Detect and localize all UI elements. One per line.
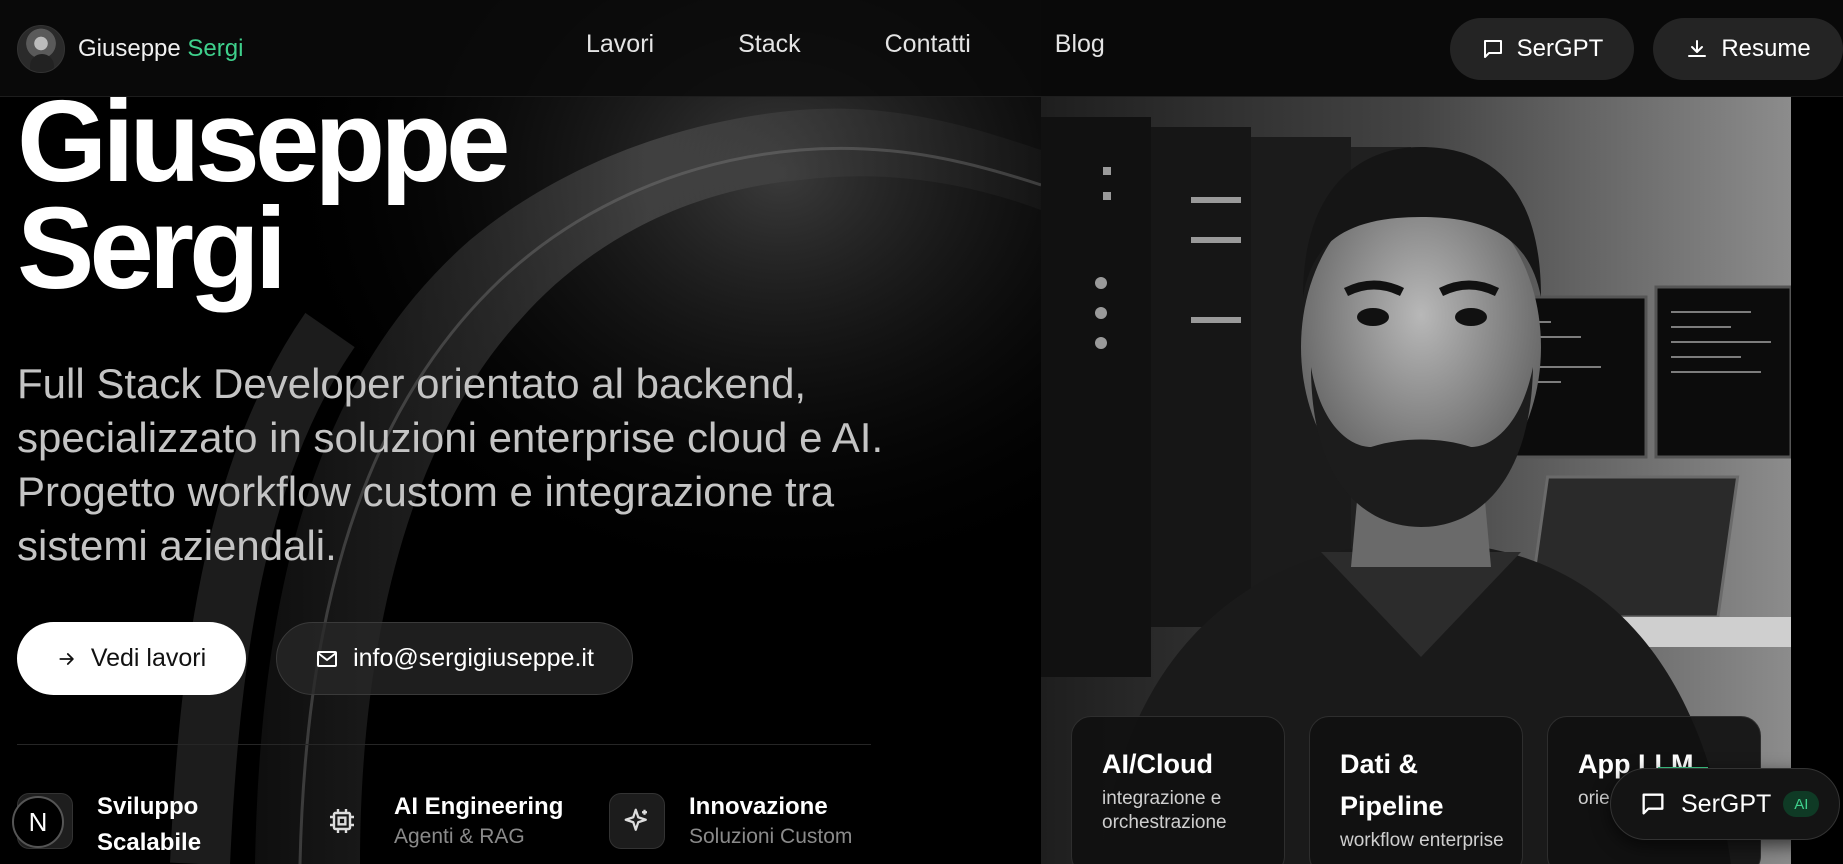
feature-innovation-subtitle: Soluzioni Custom [689, 825, 853, 848]
feature-innovation-title: Innovazione [689, 793, 828, 820]
brand-first-name: Giuseppe [78, 35, 181, 62]
resume-button[interactable]: Resume [1653, 18, 1843, 80]
resume-button-label: Resume [1721, 35, 1811, 62]
stat-title: AI/Cloud [1102, 749, 1213, 779]
right-edge [1791, 97, 1843, 864]
stat-card-ai-cloud: AI/Cloud integrazione e orchestrazione [1071, 716, 1285, 864]
sparkle-icon [609, 793, 665, 849]
nav-link-lavori[interactable]: Lavori [586, 30, 654, 59]
hero-divider [17, 744, 871, 745]
view-works-button[interactable]: Vedi lavori [17, 622, 246, 695]
feature-scalable-title-line2: Scalabile [97, 829, 202, 856]
feature-scalable-title-line1: Sviluppo [97, 793, 199, 820]
view-works-label: Vedi lavori [90, 644, 207, 672]
hero-title-line2: Sergi [17, 183, 287, 313]
hero-title: Giuseppe Sergi [17, 76, 511, 313]
chat-icon [1483, 40, 1502, 58]
main-nav: Lavori Stack Contatti Blog [586, 30, 1105, 59]
hero-description: Full Stack Developer orientato al backen… [17, 360, 884, 569]
nav-link-stack[interactable]: Stack [738, 30, 801, 59]
brand-name: Giuseppe Sergi [78, 35, 243, 63]
download-icon [1688, 40, 1707, 57]
nav-link-contatti[interactable]: Contatti [885, 30, 971, 59]
stat-card-data-pipeline: Dati & Pipeline workflow enterprise [1309, 716, 1523, 864]
nav-link-blog[interactable]: Blog [1055, 30, 1105, 59]
feature-ai-title: AI Engineering [394, 793, 564, 820]
feature-ai-subtitle: Agenti & RAG [394, 825, 525, 848]
page: Giuseppe Sergi Lavori Stack Contatti Blo… [0, 0, 1843, 864]
hero-title-line1: Giuseppe [17, 76, 511, 206]
avatar [17, 25, 65, 73]
sergpt-button[interactable]: SerGPT [1450, 18, 1634, 80]
brand-last-name: Sergi [187, 35, 244, 62]
floating-sergpt-button[interactable]: SerGPT AI [1610, 768, 1840, 840]
floating-chat-label: SerGPT [1681, 789, 1772, 818]
n-badge[interactable]: N [12, 796, 64, 848]
stat-title-line1: Dati & [1340, 749, 1419, 779]
email-button[interactable]: info@sergigiuseppe.it [276, 622, 633, 695]
brand[interactable]: Giuseppe Sergi [17, 24, 243, 74]
stat-subtitle: workflow enterprise [1340, 830, 1504, 851]
mail-icon [317, 650, 338, 667]
top-navbar: Giuseppe Sergi Lavori Stack Contatti Blo… [0, 0, 1843, 97]
stat-title-line2: Pipeline [1340, 791, 1444, 821]
ai-badge: AI [1783, 791, 1820, 817]
email-label: info@sergigiuseppe.it [353, 644, 594, 672]
cpu-icon [314, 793, 370, 849]
arrow-right-icon [59, 652, 74, 665]
feature-scalable-title: Sviluppo Scalabile [97, 789, 201, 861]
sergpt-button-label: SerGPT [1516, 35, 1604, 62]
stat-subtitle: integrazione e orchestrazione [1102, 788, 1227, 833]
chat-icon [1642, 793, 1664, 815]
